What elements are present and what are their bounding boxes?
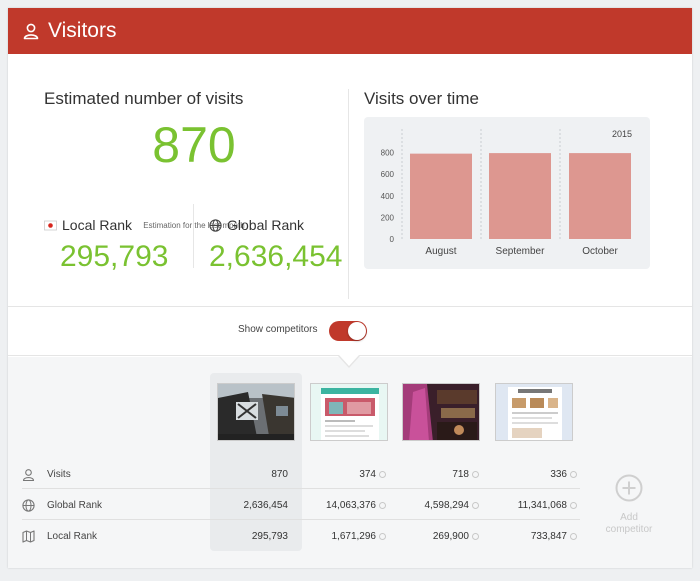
cell-value: 269,900 [432,531,469,542]
local-rank-value: 295,793 [60,240,169,273]
table-row: Local Rank 295,793 1,671,296 269,900 733,847 [22,521,580,551]
table-cell: 2,636,454 [188,500,289,511]
site-thumbnail-current[interactable] [217,383,295,441]
estimate-title: Estimated number of visits [44,89,244,108]
local-rank-label-text: Local Rank [62,217,133,233]
cell-value: 295,793 [251,531,288,542]
table-cell: 14,063,376 [286,500,386,511]
table-cell: 4,598,294 [379,500,479,511]
global-rank-label: Global Rank [209,217,304,233]
cell-value: 336 [550,469,567,480]
cell-value: 1,671,296 [331,531,377,542]
add-competitor-label-1: Add [620,512,638,523]
globe-icon [22,499,35,512]
table-cell: 374 [286,469,386,480]
table-cell: 269,900 [379,531,479,542]
card-header: Visitors [8,8,692,54]
map-icon [22,530,35,543]
table-cell: 733,847 [477,531,577,542]
row-label-text: Local Rank [47,531,98,542]
x-tick-label: September [496,246,546,257]
cell-value: 11,341,068 [517,500,567,511]
bar [489,153,551,239]
info-icon[interactable] [570,471,577,478]
y-tick-label: 800 [381,149,395,158]
info-icon[interactable] [570,502,577,509]
x-tick-label: August [425,246,456,257]
y-tick-label: 600 [381,170,395,179]
site-thumbnail-competitor-1[interactable] [310,383,388,441]
section-divider [348,89,349,299]
japan-flag-icon [44,220,57,230]
globe-icon [209,218,222,232]
row-label-text: Visits [47,469,71,480]
bar [569,153,631,239]
webpage-thumbnail [496,384,572,440]
row-label-text: Global Rank [47,500,103,511]
site-thumbnail-competitor-3[interactable] [495,383,573,441]
table-row: Visits 870 374 718 336 [22,459,580,489]
estimate-value: 870 [152,117,236,173]
table-cell: 295,793 [188,531,288,542]
webpage-thumbnail [311,384,387,440]
visits-chart: 0 200 400 600 800 August September October 2015 [364,117,650,269]
user-icon [22,469,35,481]
global-rank-value: 2,636,454 [209,240,343,273]
info-icon[interactable] [570,533,577,540]
rank-divider [193,204,194,268]
row-label: Global Rank [22,499,102,512]
cell-value: 4,598,294 [424,500,470,511]
visits-chart-svg: 0 200 400 600 800 August September October 2015 [381,129,632,257]
table-cell: 870 [188,469,288,480]
photo-thumbnail [403,384,479,440]
plus-circle-icon [615,474,643,502]
cell-value: 14,063,376 [325,500,376,511]
row-label: Visits [22,468,71,481]
cell-value: 718 [452,469,469,480]
competitors-toggle-bar: Show competitors [8,306,692,356]
photo-thumbnail [218,384,294,440]
cell-value: 374 [359,469,376,480]
table-cell: 1,671,296 [286,531,386,542]
global-rank-label-text: Global Rank [227,217,305,233]
table-row: Global Rank 2,636,454 14,063,376 4,598,294 1… [22,490,580,520]
table-cell: 718 [379,469,479,480]
add-competitor-button[interactable]: Add competitor [594,474,664,536]
table-cell: 11,341,068 [477,500,577,511]
competitors-toggle[interactable] [329,321,367,341]
row-label: Local Rank [22,530,97,543]
visitors-card: Visitors Estimated number of visits 870 … [8,8,692,568]
local-rank-label: Local Rank [44,217,132,233]
add-competitor-label-2: competitor [605,524,653,535]
x-tick-label: October [582,246,618,257]
pointer-caret [339,355,359,366]
bar [410,153,472,239]
card-title: Visitors [48,19,117,42]
table-cell: 336 [477,469,577,480]
site-thumbnail-competitor-2[interactable] [402,383,480,441]
competitors-toggle-label: Show competitors [238,324,318,335]
summary-section: Estimated number of visits 870 Estimatio… [8,54,692,306]
y-tick-label: 400 [381,192,395,201]
toggle-knob [348,322,366,340]
year-annotation: 2015 [612,129,632,139]
user-icon [23,23,39,40]
y-tick-label: 200 [381,213,395,222]
cell-value: 733,847 [530,531,567,542]
cell-value: 2,636,454 [243,500,289,511]
chart-title: Visits over time [364,89,479,108]
y-tick-label: 0 [390,235,395,244]
competitors-section: Visits 870 374 718 336 Global Rank 2,636,454 14… [8,357,692,568]
